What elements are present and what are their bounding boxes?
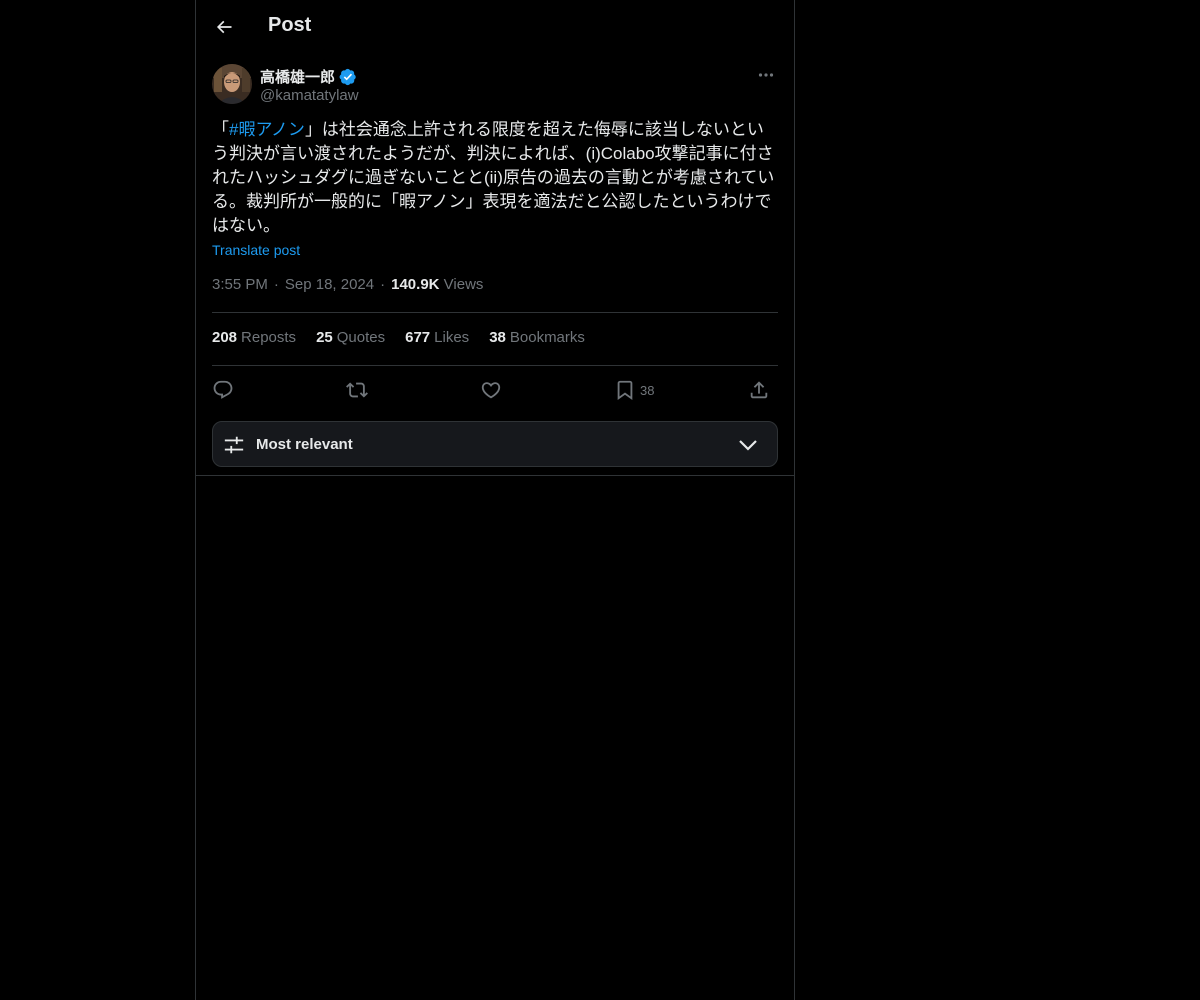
- post-text-prefix: 「: [212, 120, 229, 139]
- stat-label: Bookmarks: [509, 329, 585, 346]
- stat-count: 208: [212, 329, 238, 346]
- main-column: Post 高橋雄一郎 @kamatatylaw 「#暇アノン」は社会通念上許され…: [195, 0, 795, 1000]
- reply-button[interactable]: [212, 376, 234, 404]
- author-handle[interactable]: @kamatatylaw: [260, 87, 359, 104]
- sliders-icon: [224, 436, 244, 454]
- stat-likes[interactable]: 677 Likes: [405, 329, 469, 346]
- verified-badge-icon: [339, 68, 356, 85]
- share-icon: [750, 381, 768, 399]
- stat-reposts[interactable]: 208 Reposts: [212, 329, 296, 346]
- back-arrow-icon: [216, 20, 232, 34]
- views-label: Views: [443, 276, 484, 293]
- action-bar: 38: [212, 376, 778, 404]
- page-header: Post: [196, 0, 794, 54]
- more-button[interactable]: [754, 64, 778, 86]
- divider: [196, 475, 794, 476]
- post-author: 高橋雄一郎 @kamatatylaw: [212, 64, 778, 108]
- stat-quotes[interactable]: 25 Quotes: [316, 329, 385, 346]
- bookmark-button[interactable]: 38: [614, 376, 654, 404]
- translate-post-link[interactable]: Translate post: [212, 242, 300, 258]
- chevron-down-icon: [739, 440, 757, 451]
- share-button[interactable]: [748, 376, 770, 404]
- like-icon: [481, 382, 501, 399]
- repost-button[interactable]: [346, 376, 368, 404]
- stat-label: Likes: [434, 329, 470, 346]
- stat-count: 677: [405, 329, 431, 346]
- divider: [212, 312, 778, 313]
- post-time[interactable]: 3:55 PM: [212, 276, 268, 293]
- stat-bookmarks[interactable]: 38 Bookmarks: [489, 329, 585, 346]
- stat-count: 25: [316, 329, 333, 346]
- author-display-name: 高橋雄一郎: [260, 69, 336, 86]
- reply-icon: [213, 380, 233, 399]
- sort-label: Most relevant: [256, 436, 353, 453]
- post-meta: 3:55 PM · Sep 18, 2024 · 140.9K Views: [212, 276, 483, 293]
- post-date[interactable]: Sep 18, 2024: [285, 276, 374, 293]
- meta-separator: ·: [380, 276, 386, 293]
- bookmark-count: 38: [640, 382, 655, 398]
- stat-label: Quotes: [336, 329, 386, 346]
- back-button[interactable]: [208, 11, 240, 43]
- stat-count: 38: [489, 329, 506, 346]
- meta-separator: ·: [273, 276, 279, 293]
- hashtag-link[interactable]: #暇アノン: [229, 120, 305, 139]
- divider: [212, 365, 778, 366]
- post-stats: 208 Reposts 25 Quotes 677 Likes 38 Bookmarks: [212, 329, 585, 346]
- avatar[interactable]: [212, 64, 252, 104]
- page-title: Post: [268, 14, 312, 36]
- like-button[interactable]: [480, 376, 502, 404]
- sort-replies-dropdown[interactable]: Most relevant: [212, 421, 778, 467]
- bookmark-icon: [617, 380, 633, 401]
- more-icon: [758, 73, 774, 77]
- views-count: 140.9K: [391, 276, 440, 293]
- repost-icon: [346, 382, 368, 398]
- post-text: 「#暇アノン」は社会通念上許される限度を超えた侮辱に該当しないという判決が言い渡…: [212, 118, 780, 238]
- stat-label: Reposts: [241, 329, 297, 346]
- author-name-row[interactable]: 高橋雄一郎: [260, 66, 357, 87]
- views: 140.9K Views: [391, 276, 483, 293]
